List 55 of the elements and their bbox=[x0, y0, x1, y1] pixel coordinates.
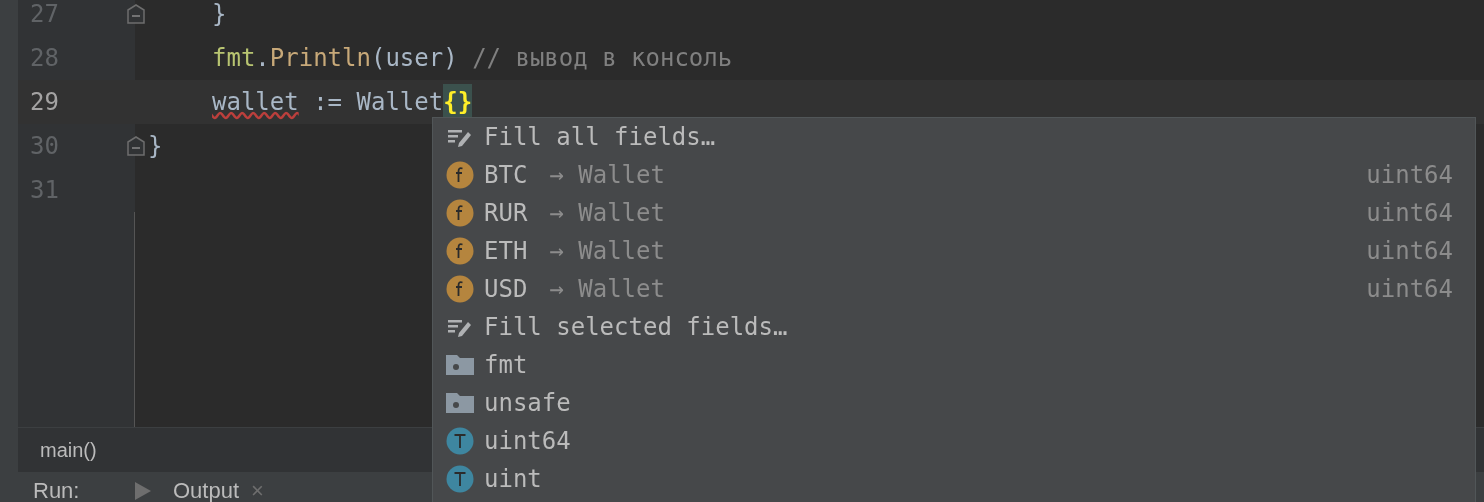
run-label: Run: bbox=[33, 480, 81, 502]
item-hint: → Wallet bbox=[549, 198, 665, 229]
completion-item[interactable]: BTC → Wallet uint64 bbox=[433, 156, 1475, 194]
type-icon bbox=[446, 427, 474, 455]
completion-item[interactable]: uint bbox=[433, 460, 1475, 498]
completion-item[interactable]: Fill all fields… bbox=[433, 118, 1475, 156]
fold-icon[interactable] bbox=[127, 4, 145, 24]
item-type: uint64 bbox=[1366, 274, 1453, 305]
folder-icon bbox=[446, 353, 474, 377]
item-label: ETH bbox=[484, 236, 528, 267]
item-label: Fill selected fields… bbox=[484, 312, 788, 343]
item-label: uint64 bbox=[484, 426, 571, 457]
item-type: uint64 bbox=[1366, 198, 1453, 229]
play-icon bbox=[133, 480, 153, 502]
folder-icon bbox=[446, 391, 474, 415]
item-label: BTC bbox=[484, 160, 528, 191]
code-token: wallet bbox=[212, 87, 299, 118]
item-hint: → Wallet bbox=[549, 274, 665, 305]
completion-item[interactable]: ETH → Wallet uint64 bbox=[433, 232, 1475, 270]
item-label: uint bbox=[484, 464, 542, 495]
code-token: . bbox=[255, 43, 270, 74]
field-icon bbox=[446, 275, 474, 303]
completion-item[interactable]: USD → Wallet uint64 bbox=[433, 270, 1475, 308]
item-hint: → Wallet bbox=[549, 236, 665, 267]
item-label: USD bbox=[484, 274, 528, 305]
completion-item[interactable]: Fill selected fields… bbox=[433, 308, 1475, 346]
code-token: (user) bbox=[370, 43, 459, 74]
field-icon bbox=[446, 199, 474, 227]
field-icon bbox=[446, 161, 474, 189]
code-comment: // вывод в консоль bbox=[472, 43, 733, 74]
item-type: uint64 bbox=[1366, 160, 1453, 191]
code-token: } bbox=[212, 0, 227, 30]
field-icon bbox=[446, 237, 474, 265]
code-token: fmt bbox=[212, 43, 256, 74]
fold-icon[interactable] bbox=[127, 136, 145, 156]
completion-item[interactable]: uint64 bbox=[433, 422, 1475, 460]
edit-icon bbox=[447, 317, 473, 337]
edit-icon bbox=[447, 127, 473, 147]
completion-item[interactable]: RUR → Wallet uint64 bbox=[433, 194, 1475, 232]
item-type: uint64 bbox=[1366, 236, 1453, 267]
code-token: { bbox=[443, 84, 458, 120]
code-token: := Wallet bbox=[312, 87, 444, 118]
code-token: } bbox=[148, 131, 163, 162]
item-label: Fill all fields… bbox=[484, 122, 716, 153]
code-token: Println bbox=[269, 43, 371, 74]
run-tab[interactable]: Output × bbox=[173, 480, 264, 502]
completion-item[interactable]: unsafe bbox=[433, 384, 1475, 422]
item-label: RUR bbox=[484, 198, 528, 229]
item-hint: → Wallet bbox=[549, 160, 665, 191]
item-label: unsafe bbox=[484, 388, 571, 419]
type-icon bbox=[446, 465, 474, 493]
breadcrumb[interactable]: main() bbox=[40, 435, 97, 465]
completion-item[interactable]: fmt bbox=[433, 346, 1475, 384]
line-number: 29 bbox=[30, 87, 59, 118]
item-label: fmt bbox=[484, 350, 528, 381]
